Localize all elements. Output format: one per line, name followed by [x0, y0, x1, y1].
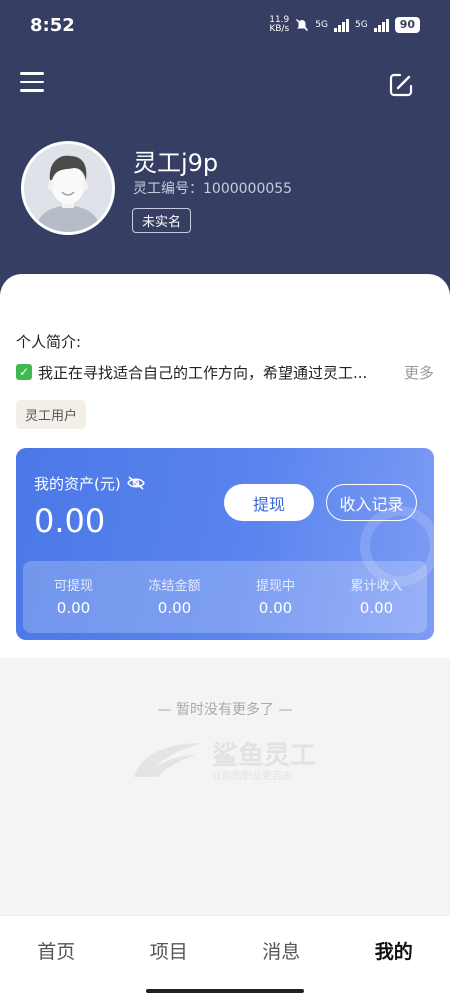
avatar-image: [24, 144, 112, 232]
mute-icon: [296, 18, 309, 32]
shark-logo-icon: [134, 743, 202, 777]
asset-card: 我的资产(元) 0.00 提现 收入记录 可提现 0.00 冻结金额 0.00 …: [16, 448, 434, 640]
intro-title: 个人简介:: [16, 333, 82, 351]
edit-icon[interactable]: [388, 72, 414, 98]
stat-frozen[interactable]: 冻结金额 0.00: [124, 561, 225, 633]
asset-stats: 可提现 0.00 冻结金额 0.00 提现中 0.00 累计收入 0.00: [23, 561, 427, 633]
stat-total-income[interactable]: 累计收入 0.00: [326, 561, 427, 633]
status-bar: 8:52 11.9 KB/s 5G 5G 90: [0, 0, 450, 48]
stat-withdrawable[interactable]: 可提现 0.00: [23, 561, 124, 633]
asset-amount: 0.00: [34, 502, 106, 540]
battery-indicator: 90: [394, 17, 420, 33]
user-tag: 灵工用户: [16, 400, 87, 429]
intro-text: 我正在寻找适合自己的工作方向，希望通过灵工...: [38, 364, 368, 382]
nav-mine[interactable]: 我的: [338, 916, 450, 1001]
user-id: 灵工编号：1000000055: [133, 181, 293, 197]
asset-label: 我的资产(元): [34, 475, 121, 493]
withdraw-button[interactable]: 提现: [224, 484, 314, 521]
check-icon: ✓: [16, 364, 32, 380]
no-more-text: — 暂时没有更多了 —: [157, 702, 293, 718]
nav-home[interactable]: 首页: [0, 916, 113, 1001]
eye-hide-icon[interactable]: [127, 476, 145, 490]
network-type-1: 5G: [315, 20, 328, 30]
avatar[interactable]: [21, 141, 115, 235]
username: 灵工j9p: [133, 149, 219, 177]
brand-slogan: 让你的职业更自由: [212, 771, 292, 782]
signal-icon: [333, 18, 349, 32]
signal-icon-2: [373, 18, 389, 32]
intro-row: ✓ 我正在寻找适合自己的工作方向，希望通过灵工... 更多: [16, 362, 436, 384]
more-link[interactable]: 更多: [404, 362, 434, 383]
brand-watermark: 鲨鱼灵工 让你的职业更自由: [130, 735, 330, 785]
status-icons: 11.9 KB/s 5G 5G 90: [269, 16, 420, 34]
menu-icon[interactable]: [20, 72, 44, 94]
income-record-button[interactable]: 收入记录: [326, 484, 417, 521]
net-speed: 11.9 KB/s: [269, 15, 290, 34]
network-type-2: 5G: [354, 20, 368, 30]
profile-header: 8:52 11.9 KB/s 5G 5G 90 灵工j9p 灵工编号：10000…: [0, 0, 450, 300]
home-indicator[interactable]: [146, 989, 304, 993]
verify-status-badge[interactable]: 未实名: [132, 208, 192, 233]
status-time: 8:52: [30, 15, 75, 36]
stat-withdrawing[interactable]: 提现中 0.00: [225, 561, 326, 633]
